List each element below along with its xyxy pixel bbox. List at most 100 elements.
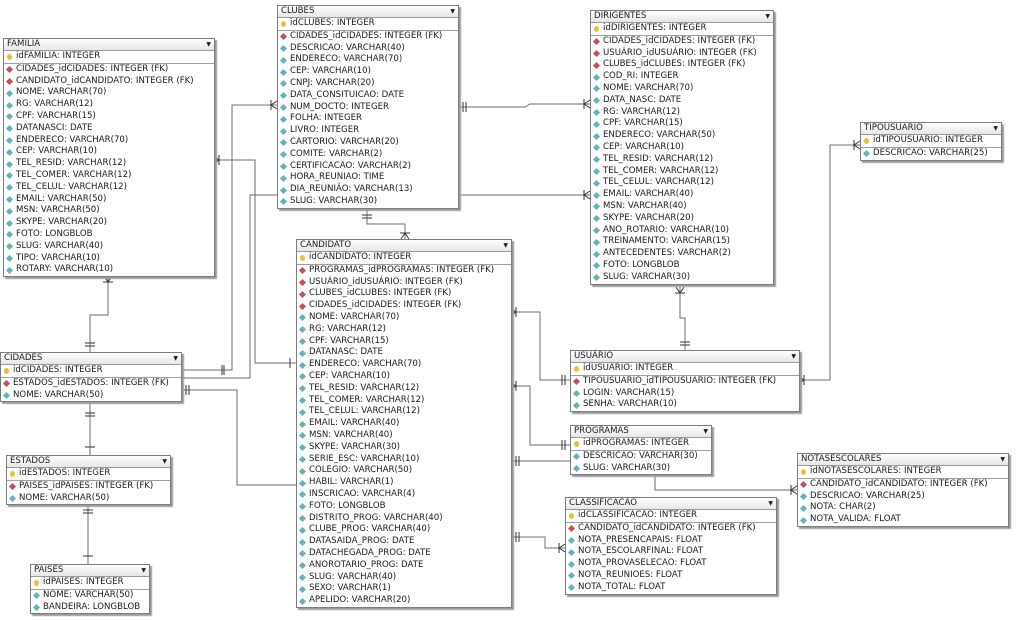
- column-row[interactable]: NOME: VARCHAR(70): [591, 83, 773, 95]
- column-row[interactable]: CPF: VARCHAR(15): [297, 336, 511, 348]
- table-candidato[interactable]: CANDIDATO ▼ idCANDIDATO: INTEGER PROGRAMAS_…: [296, 239, 512, 608]
- column-row[interactable]: USUÁRIO_idUSUÁRIO: INTEGER (FK): [297, 277, 511, 289]
- column-row[interactable]: FOLHA: INTEGER: [278, 113, 458, 125]
- collapse-arrow-icon[interactable]: ▼: [993, 123, 998, 134]
- table-notasescolares[interactable]: NOTASESCOLARES ▼ idNOTASESCOLARES: INTEGER…: [797, 453, 1009, 527]
- column-row[interactable]: CPF: VARCHAR(15): [591, 118, 773, 130]
- column-row[interactable]: DESCRICAO: VARCHAR(25): [861, 148, 1001, 160]
- column-row[interactable]: CIDADES_idCIDADES: INTEGER (FK): [591, 36, 773, 48]
- collapse-arrow-icon[interactable]: ▼: [765, 11, 770, 22]
- column-row[interactable]: BANDEIRA: LONGBLOB: [31, 602, 149, 614]
- column-row[interactable]: CANDIDATO_idCANDIDATO: INTEGER (FK): [798, 479, 1008, 491]
- column-row[interactable]: EMAIL: VARCHAR(50): [4, 194, 214, 206]
- table-header[interactable]: CIDADES ▼: [1, 353, 181, 365]
- table-classificacao[interactable]: CLASSIFICACAO ▼ idCLASSIFICACAO: INTEGER CA…: [565, 497, 777, 595]
- column-row[interactable]: ENDERECO: VARCHAR(70): [4, 135, 214, 147]
- table-header[interactable]: TIPOUSUARIO ▼: [861, 123, 1001, 135]
- column-row[interactable]: idCLUBES: INTEGER: [278, 18, 458, 31]
- column-row[interactable]: FOTO: LONGBLOB: [297, 501, 511, 513]
- column-row[interactable]: TEL_CELUL: VARCHAR(12): [4, 182, 214, 194]
- column-row[interactable]: RG: VARCHAR(12): [4, 99, 214, 111]
- column-row[interactable]: RG: VARCHAR(12): [591, 107, 773, 119]
- column-row[interactable]: DATANASCI: DATE: [4, 123, 214, 135]
- column-row[interactable]: MSN: VARCHAR(40): [297, 430, 511, 442]
- column-row[interactable]: NOTA_REUNIOES: FLOAT: [566, 570, 776, 582]
- table-programas[interactable]: PROGRAMAS ▼ idPROGRAMAS: INTEGER DESCRICAO:…: [570, 425, 712, 476]
- column-row[interactable]: DATASAIDA_PROG: DATE: [297, 536, 511, 548]
- column-row[interactable]: TEL_RESID: VARCHAR(12): [4, 158, 214, 170]
- table-header[interactable]: USUÁRIO ▼: [571, 351, 799, 363]
- column-row[interactable]: CEP: VARCHAR(10): [278, 66, 458, 78]
- column-row[interactable]: COD_RI: INTEGER: [591, 71, 773, 83]
- column-row[interactable]: idFAMILIA: INTEGER: [4, 51, 214, 64]
- column-row[interactable]: PROGRAMAS_idPROGRAMAS: INTEGER (FK): [297, 265, 511, 277]
- column-row[interactable]: ANOROTARIO_PROG: DATE: [297, 560, 511, 572]
- column-row[interactable]: SLUG: VARCHAR(40): [4, 241, 214, 253]
- column-row[interactable]: DATA_CONSITUICAO: DATE: [278, 90, 458, 102]
- collapse-arrow-icon[interactable]: ▼: [768, 498, 773, 509]
- collapse-arrow-icon[interactable]: ▼: [206, 39, 211, 50]
- column-row[interactable]: CNPJ: VARCHAR(20): [278, 78, 458, 90]
- column-row[interactable]: TREINAMENTO: VARCHAR(15): [591, 236, 773, 248]
- column-row[interactable]: TEL_RESID: VARCHAR(12): [297, 383, 511, 395]
- column-row[interactable]: idPAISES: INTEGER: [31, 577, 149, 590]
- column-row[interactable]: ROTARY: VARCHAR(10): [4, 264, 214, 276]
- column-row[interactable]: idESTADOS: INTEGER: [7, 468, 170, 481]
- table-header[interactable]: PROGRAMAS ▼: [571, 426, 711, 438]
- collapse-arrow-icon[interactable]: ▼: [791, 351, 796, 362]
- column-row[interactable]: TEL_RESID: VARCHAR(12): [591, 154, 773, 166]
- collapse-arrow-icon[interactable]: ▼: [503, 240, 508, 251]
- column-row[interactable]: CERTIFICACAO: VARCHAR(2): [278, 161, 458, 173]
- table-usuario[interactable]: USUÁRIO ▼ idUSUÁRIO: INTEGER TIPOUSUARIO_id…: [570, 350, 800, 413]
- column-row[interactable]: idUSUÁRIO: INTEGER: [571, 363, 799, 376]
- column-row[interactable]: ENDERECO: VARCHAR(70): [297, 359, 511, 371]
- column-row[interactable]: DESCRICAO: VARCHAR(30): [571, 451, 711, 463]
- column-row[interactable]: CEP: VARCHAR(10): [4, 146, 214, 158]
- column-row[interactable]: TEL_COMER: VARCHAR(12): [591, 166, 773, 178]
- column-row[interactable]: CLUBES_idCLUBES: INTEGER (FK): [591, 59, 773, 71]
- column-row[interactable]: idPROGRAMAS: INTEGER: [571, 438, 711, 451]
- column-row[interactable]: USUÁRIO_idUSUÁRIO: INTEGER (FK): [591, 48, 773, 60]
- column-row[interactable]: NOTA_PROVASELECAO: FLOAT: [566, 558, 776, 570]
- column-row[interactable]: NOTA: CHAR(2): [798, 502, 1008, 514]
- column-row[interactable]: LIVRO: INTEGER: [278, 125, 458, 137]
- column-row[interactable]: DIA_REUNIÃO: VARCHAR(13): [278, 184, 458, 196]
- column-row[interactable]: CIDADES_idCIDADES: INTEGER (FK): [4, 64, 214, 76]
- column-row[interactable]: DATANASC: DATE: [297, 347, 511, 359]
- collapse-arrow-icon[interactable]: ▼: [162, 456, 167, 467]
- table-cidades[interactable]: CIDADES ▼ idCIDADES: INTEGER ESTADOS_idESTA…: [0, 352, 182, 403]
- column-row[interactable]: NOME: VARCHAR(70): [297, 312, 511, 324]
- column-row[interactable]: CANDIDATO_idCANDIDATO: INTEGER (FK): [566, 523, 776, 535]
- column-row[interactable]: SLUG: VARCHAR(30): [591, 272, 773, 284]
- column-row[interactable]: APELIDO: VARCHAR(20): [297, 595, 511, 607]
- column-row[interactable]: DATA_NASC: DATE: [591, 95, 773, 107]
- table-header[interactable]: CLASSIFICACAO ▼: [566, 498, 776, 510]
- table-header[interactable]: CANDIDATO ▼: [297, 240, 511, 252]
- column-row[interactable]: CLUBES_idCLUBES: INTEGER (FK): [297, 288, 511, 300]
- table-header[interactable]: DIRIGENTES ▼: [591, 11, 773, 23]
- column-row[interactable]: FOTO: LONGBLOB: [591, 260, 773, 272]
- table-header[interactable]: NOTASESCOLARES ▼: [798, 454, 1008, 466]
- column-row[interactable]: ENDERECO: VARCHAR(70): [278, 54, 458, 66]
- column-row[interactable]: TEL_CELUL: VARCHAR(12): [591, 177, 773, 189]
- column-row[interactable]: NOME: VARCHAR(50): [1, 390, 181, 402]
- column-row[interactable]: NUM_DOCTO: INTEGER: [278, 102, 458, 114]
- column-row[interactable]: NOTA_TOTAL: FLOAT: [566, 582, 776, 594]
- column-row[interactable]: SENHA: VARCHAR(10): [571, 399, 799, 411]
- column-row[interactable]: idCANDIDATO: INTEGER: [297, 252, 511, 265]
- table-clubes[interactable]: CLUBES ▼ idCLUBES: INTEGER CIDADES_idCIDADE…: [277, 5, 459, 209]
- table-familia[interactable]: FAMILIA ▼ idFAMILIA: INTEGER CIDADES_idCIDA…: [3, 38, 215, 278]
- column-row[interactable]: CIDADES_idCIDADES: INTEGER (FK): [297, 300, 511, 312]
- column-row[interactable]: CANDIDATO_idCANDIDATO: INTEGER (FK): [4, 76, 214, 88]
- column-row[interactable]: INSCRICAO: VARCHAR(4): [297, 489, 511, 501]
- column-row[interactable]: ENDERECO: VARCHAR(50): [591, 130, 773, 142]
- column-row[interactable]: ANTECEDENTES: VARCHAR(2): [591, 248, 773, 260]
- column-row[interactable]: DESCRICAO: VARCHAR(40): [278, 43, 458, 55]
- column-row[interactable]: MSN: VARCHAR(40): [591, 201, 773, 213]
- column-row[interactable]: idNOTASESCOLARES: INTEGER: [798, 466, 1008, 479]
- column-row[interactable]: CARTORIO: VARCHAR(20): [278, 137, 458, 149]
- column-row[interactable]: idCLASSIFICACAO: INTEGER: [566, 510, 776, 523]
- collapse-arrow-icon[interactable]: ▼: [141, 565, 146, 576]
- column-row[interactable]: SLUG: VARCHAR(30): [278, 196, 458, 208]
- column-row[interactable]: CIDADES_idCIDADES: INTEGER (FK): [278, 31, 458, 43]
